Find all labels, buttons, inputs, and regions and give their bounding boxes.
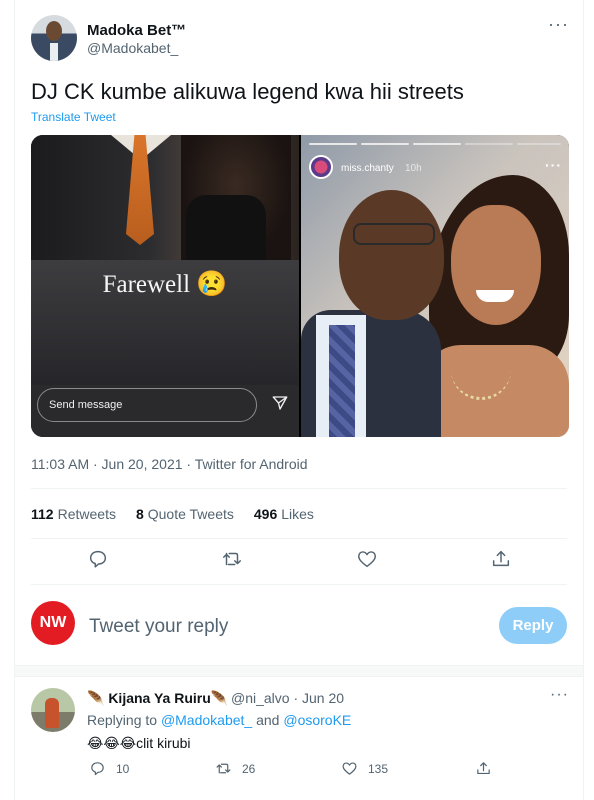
reply-icon — [91, 762, 104, 776]
story-user-avatar — [309, 155, 333, 179]
tweet-stats: 112 Retweets 8 Quote Tweets 496 Likes — [31, 506, 314, 522]
more-options-button[interactable]: ··· — [548, 14, 569, 35]
reply-likes-count: 135 — [368, 761, 389, 776]
heart-icon[interactable] — [356, 548, 378, 570]
reply-author-name[interactable]: 🪶 Kijana Ya Ruiru🪶 — [87, 690, 228, 707]
author-handle[interactable]: @Madokabet_ — [87, 40, 178, 56]
woman-smile — [476, 290, 514, 302]
tweet-detail-card: Madoka Bet™ @Madokabet_ ··· DJ CK kumbe … — [14, 0, 584, 800]
reply-replies-count: 10 — [116, 761, 130, 776]
reply-actions-bar: 10 26 135 — [15, 760, 583, 782]
divider — [31, 488, 567, 489]
story-progress-bar-5 — [517, 143, 561, 145]
reply-button[interactable]: Reply — [499, 607, 567, 644]
author-avatar[interactable] — [31, 15, 77, 61]
replying-prefix: Replying to — [87, 712, 158, 728]
send-message-placeholder: Send message — [49, 399, 123, 411]
retweet-icon[interactable] — [221, 548, 243, 570]
replying-to-line: Replying to @Madokabet_ and @osoroKE — [87, 712, 351, 728]
story-screenshot-left[interactable]: Farewell 😢 Send message — [31, 135, 299, 437]
black-dress — [186, 195, 266, 260]
translate-tweet-link[interactable]: Translate Tweet — [31, 110, 116, 124]
story-progress-bar-4 — [465, 143, 513, 145]
glasses — [353, 223, 435, 245]
reply-retweets-count: 26 — [242, 761, 256, 776]
likes-stat[interactable]: 496 Likes — [254, 506, 314, 522]
farewell-caption: Farewell 😢 — [102, 271, 228, 298]
replying-to-link-2[interactable]: @osoroKE — [283, 712, 351, 728]
reply-like-action[interactable]: 135 — [341, 760, 388, 777]
retweets-stat[interactable]: 112 Retweets — [31, 506, 116, 522]
reply-author-avatar[interactable] — [31, 688, 75, 732]
likes-label: Likes — [281, 506, 314, 522]
story-progress-bar-1 — [309, 143, 357, 145]
man-tie — [329, 325, 355, 437]
avatar-figure — [45, 698, 59, 728]
reply-text: 😂😂😂clit kirubi — [87, 735, 191, 751]
story-photo — [31, 135, 299, 260]
story-username: miss.chanty — [341, 163, 394, 174]
section-divider — [15, 665, 583, 677]
share-icon — [477, 762, 490, 775]
reply-share-action[interactable] — [475, 760, 492, 777]
story-progress-bar-2 — [361, 143, 409, 145]
retweets-count: 112 — [31, 506, 54, 522]
author-name[interactable]: Madoka Bet™ — [87, 22, 186, 39]
reply-input[interactable]: Tweet your reply — [89, 616, 228, 638]
avatar-face — [46, 21, 62, 41]
tweet-actions-bar — [15, 548, 583, 574]
avatar-shirt — [50, 43, 58, 61]
story-time: 10h — [405, 163, 422, 174]
reply-reply-action[interactable]: 10 — [89, 760, 129, 777]
reply-retweet-action[interactable]: 26 — [215, 760, 255, 777]
replying-and: and — [256, 712, 280, 728]
man-head — [339, 190, 444, 320]
tweet-media[interactable]: Farewell 😢 Send message miss.chanty 10h … — [31, 135, 569, 437]
story-progress-bar-3 — [413, 143, 461, 145]
reply-author-handle-date[interactable]: @ni_alvo · Jun 20 — [231, 690, 344, 706]
tweet-timestamp-source[interactable]: 11:03 AM · Jun 20, 2021 · Twitter for An… — [31, 456, 308, 472]
retweet-icon — [216, 763, 231, 774]
divider — [31, 584, 567, 585]
reply-icon[interactable] — [87, 548, 109, 570]
tweet-text: DJ CK kumbe alikuwa legend kwa hii stree… — [31, 79, 464, 104]
share-icon[interactable] — [490, 548, 512, 570]
replying-to-link-1[interactable]: @Madokabet_ — [161, 712, 252, 728]
heart-icon — [342, 762, 357, 775]
current-user-avatar[interactable]: NW — [31, 601, 75, 645]
quotes-count: 8 — [135, 506, 144, 522]
likes-count: 496 — [253, 506, 278, 522]
woman-face — [451, 205, 541, 325]
quotes-label: Quote Tweets — [147, 506, 234, 522]
story-more-icon: ··· — [545, 157, 562, 173]
quote-tweets-stat[interactable]: 8 Quote Tweets — [136, 506, 234, 522]
story-screenshot-right[interactable]: miss.chanty 10h ··· — [301, 135, 569, 437]
send-icon — [272, 396, 288, 410]
reply-more-options-button[interactable]: ··· — [550, 686, 569, 704]
retweets-label: Retweets — [57, 506, 116, 522]
divider — [31, 538, 567, 539]
